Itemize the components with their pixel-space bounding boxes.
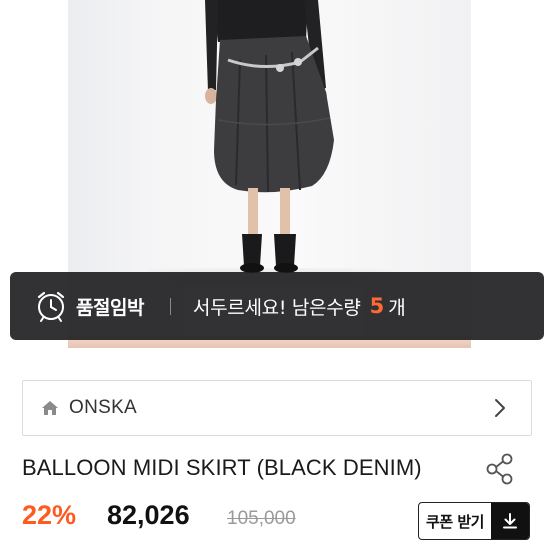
- home-icon: [42, 401, 58, 415]
- banner-message: 서두르세요! 남은수량: [192, 296, 361, 319]
- remaining-count: 5: [369, 294, 385, 318]
- remaining-unit: 개: [388, 296, 406, 319]
- original-price: 105,000: [227, 508, 296, 529]
- banner-divider: [169, 297, 171, 315]
- low-stock-banner: 품절임박 서두르세요! 남은수량 5 개: [10, 272, 544, 340]
- discount-rate: 22%: [22, 500, 77, 530]
- brand-name: ONSKA: [69, 397, 138, 418]
- banner-label: 품절임박: [76, 296, 144, 319]
- share-icon[interactable]: [484, 452, 516, 486]
- coupon-label: 쿠폰 받기: [426, 512, 484, 531]
- coupon-download-button[interactable]: 쿠폰 받기: [418, 502, 530, 540]
- brand-link[interactable]: ONSKA: [22, 380, 532, 436]
- sale-price: 82,026: [107, 500, 190, 530]
- download-icon: [491, 503, 529, 539]
- alarm-clock-icon: [37, 291, 65, 322]
- chevron-right-icon: [495, 399, 505, 417]
- product-title: BALLOON MIDI SKIRT (BLACK DENIM): [22, 455, 422, 480]
